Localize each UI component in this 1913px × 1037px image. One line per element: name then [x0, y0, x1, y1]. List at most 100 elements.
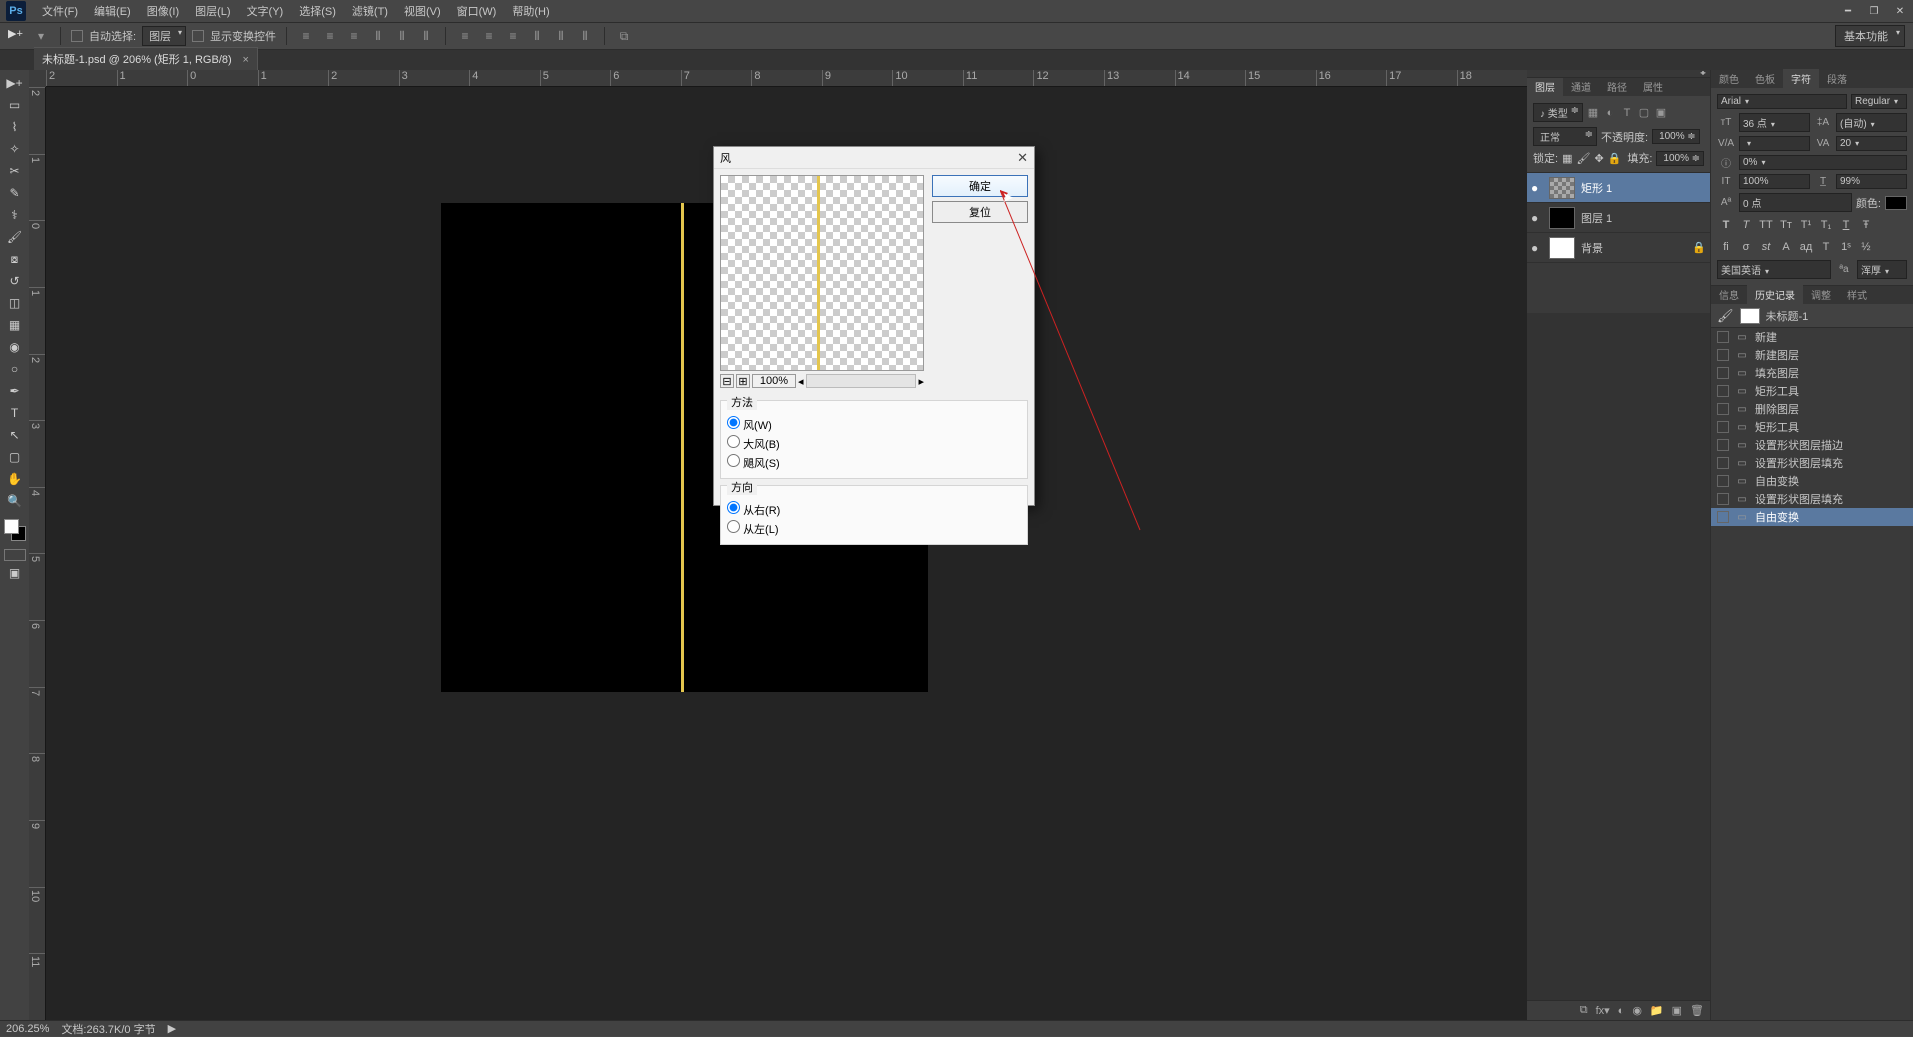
italic-button[interactable]: T [1737, 217, 1755, 233]
zoom-out-button[interactable]: ⊟ [720, 374, 734, 388]
filter-adjust-icon[interactable]: ◐ [1603, 106, 1617, 120]
layer-fx-icon[interactable]: fx▾ [1596, 1004, 1610, 1017]
healing-tool[interactable]: ⚕ [3, 205, 27, 225]
zoom-level[interactable]: 206.25% [6, 1023, 49, 1035]
blur-tool[interactable]: ◉ [3, 337, 27, 357]
font-family-dropdown[interactable]: Arial [1717, 94, 1847, 109]
workspace-switcher[interactable]: 基本功能 [1835, 25, 1905, 47]
text-color-swatch[interactable] [1885, 196, 1907, 210]
menu-help[interactable]: 帮助(H) [504, 0, 557, 22]
ot-t1[interactable]: T [1817, 239, 1835, 255]
status-arrow-icon[interactable]: ▶ [168, 1022, 176, 1035]
history-item[interactable]: ▭自由变换 [1711, 508, 1913, 526]
brush-tool[interactable]: 🖌 [3, 227, 27, 247]
type-tool[interactable]: T [3, 403, 27, 423]
tracking-input[interactable] [1739, 136, 1810, 151]
quick-mask-toggle[interactable] [4, 549, 26, 561]
group-icon[interactable]: 📁 [1650, 1004, 1664, 1017]
smallcaps-button[interactable]: Tᴛ [1777, 217, 1795, 233]
history-source-box[interactable] [1717, 331, 1729, 343]
zoom-value[interactable]: 100% [752, 374, 796, 388]
magic-wand-tool[interactable]: ✧ [3, 139, 27, 159]
history-item[interactable]: ▭新建 [1711, 328, 1913, 346]
baseline-input[interactable]: 0 点 [1739, 193, 1852, 212]
blend-mode-dropdown[interactable]: 正常 [1533, 127, 1597, 146]
eraser-tool[interactable]: ◫ [3, 293, 27, 313]
dialog-titlebar[interactable]: 风 ✕ [714, 147, 1034, 169]
preview-canvas[interactable] [720, 175, 924, 371]
pen-tool[interactable]: ✒ [3, 381, 27, 401]
history-item[interactable]: ▭矩形工具 [1711, 382, 1913, 400]
ot-ad[interactable]: aд [1797, 239, 1815, 255]
lock-pixels-icon[interactable]: 🖌 [1576, 152, 1590, 165]
history-item[interactable]: ▭矩形工具 [1711, 418, 1913, 436]
visibility-icon[interactable]: ● [1531, 211, 1543, 225]
doc-size[interactable]: 文档:263.7K/0 字节 [61, 1021, 155, 1037]
layer-item[interactable]: ● 图层 1 [1527, 203, 1710, 233]
font-size-input[interactable]: 36 点 [1739, 113, 1810, 132]
tab-properties[interactable]: 属性 [1635, 77, 1671, 96]
filter-type-icon[interactable]: T [1620, 106, 1634, 120]
lock-all-icon[interactable]: 🔒 [1608, 152, 1622, 165]
language-dropdown[interactable]: 美国英语 [1717, 260, 1831, 279]
close-button[interactable]: ✕ [1887, 2, 1913, 20]
method-stagger[interactable]: 飓风(S) [727, 453, 1021, 472]
tab-character[interactable]: 字符 [1783, 69, 1819, 88]
tab-info[interactable]: 信息 [1711, 285, 1747, 304]
tab-paths[interactable]: 路径 [1599, 77, 1635, 96]
tab-channels[interactable]: 通道 [1563, 77, 1599, 96]
reset-button[interactable]: 复位 [932, 201, 1028, 223]
history-snapshot-thumb[interactable] [1740, 308, 1760, 324]
history-brush-icon[interactable]: 🖌 [1717, 308, 1734, 324]
distribute-icon[interactable]: ≡ [480, 27, 498, 45]
menu-file[interactable]: 文件(F) [34, 0, 86, 22]
align-icon[interactable]: ≡ [321, 27, 339, 45]
filter-shape-icon[interactable]: ▢ [1637, 106, 1651, 120]
tab-color[interactable]: 颜色 [1711, 69, 1747, 88]
subscript-button[interactable]: T₁ [1817, 217, 1835, 233]
history-item[interactable]: ▭设置形状图层描边 [1711, 436, 1913, 454]
align-icon[interactable]: ⫴ [417, 27, 435, 45]
strikethrough-button[interactable]: Ŧ [1857, 217, 1875, 233]
align-icon[interactable]: ≡ [297, 27, 315, 45]
crop-tool[interactable]: ✂ [3, 161, 27, 181]
tab-styles[interactable]: 样式 [1839, 285, 1875, 304]
layer-mask-icon[interactable]: ◐ [1618, 1005, 1625, 1017]
history-source-box[interactable] [1717, 421, 1729, 433]
distribute-icon[interactable]: ⫴ [552, 27, 570, 45]
auto-select-checkbox[interactable] [71, 30, 83, 42]
history-source-box[interactable] [1717, 493, 1729, 505]
direction-left[interactable]: 从左(L) [727, 519, 1021, 538]
layer-name[interactable]: 图层 1 [1581, 210, 1612, 226]
show-transform-checkbox[interactable] [192, 30, 204, 42]
tab-adjustments[interactable]: 调整 [1803, 285, 1839, 304]
menu-filter[interactable]: 滤镜(T) [344, 0, 396, 22]
layer-name[interactable]: 矩形 1 [1581, 180, 1612, 196]
lock-transparent-icon[interactable]: ▦ [1562, 152, 1572, 165]
new-layer-icon[interactable]: ▣ [1672, 1004, 1682, 1017]
menu-layer[interactable]: 图层(L) [187, 0, 238, 22]
marquee-tool[interactable]: ▭ [3, 95, 27, 115]
history-source-box[interactable] [1717, 457, 1729, 469]
layer-name[interactable]: 背景 [1581, 240, 1603, 256]
method-blast[interactable]: 大风(B) [727, 434, 1021, 453]
leading-input[interactable]: (自动) [1836, 113, 1907, 132]
method-wind[interactable]: 风(W) [727, 415, 1021, 434]
distribute-icon[interactable]: ≡ [504, 27, 522, 45]
ruler-horizontal[interactable]: 210123456789101112131415161718 [46, 70, 1527, 87]
document-tab[interactable]: 未标题-1.psd @ 206% (矩形 1, RGB/8) × [34, 47, 258, 70]
distribute-icon[interactable]: ⫴ [528, 27, 546, 45]
underline-button[interactable]: T [1837, 217, 1855, 233]
rectangle-tool[interactable]: ▢ [3, 447, 27, 467]
ruler-vertical[interactable]: 2101234567891011 [29, 87, 46, 1020]
menu-select[interactable]: 选择(S) [291, 0, 344, 22]
delete-layer-icon[interactable]: 🗑 [1690, 1004, 1704, 1017]
panel-collapse-handle[interactable] [1527, 70, 1710, 78]
scroll-left-icon[interactable]: ◂ [798, 375, 804, 388]
history-source-box[interactable] [1717, 385, 1729, 397]
tab-paragraph[interactable]: 段落 [1819, 69, 1855, 88]
menu-view[interactable]: 视图(V) [396, 0, 449, 22]
move-tool[interactable]: ▶+ [3, 73, 27, 93]
fill-input[interactable]: 100% [1656, 151, 1704, 166]
font-style-dropdown[interactable]: Regular [1851, 94, 1907, 109]
